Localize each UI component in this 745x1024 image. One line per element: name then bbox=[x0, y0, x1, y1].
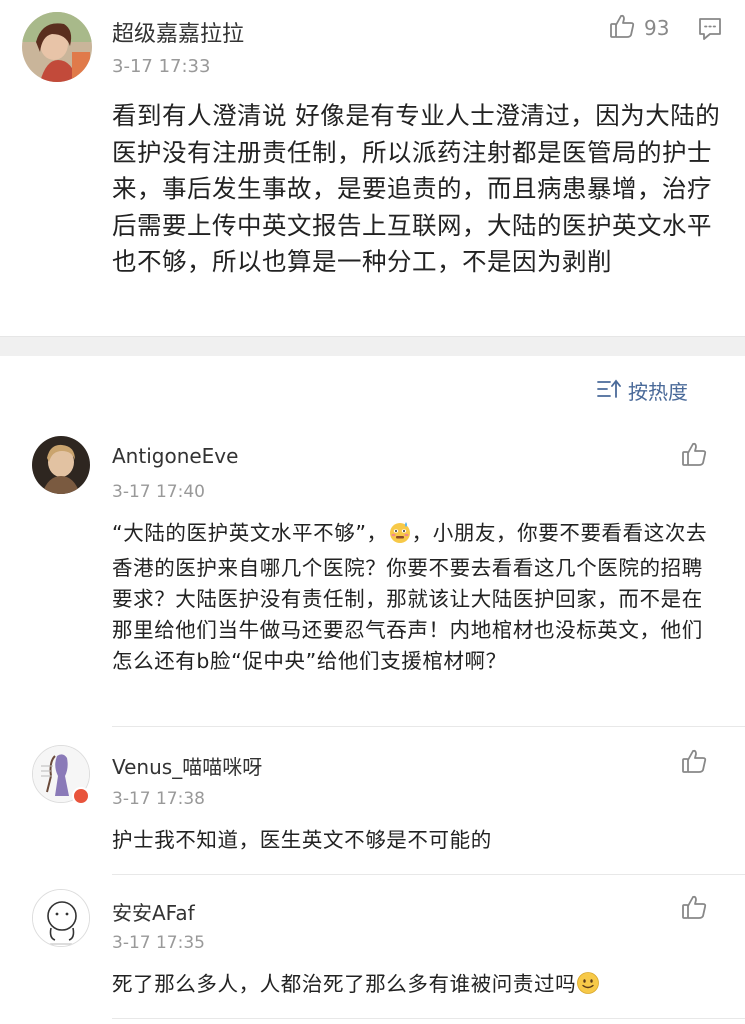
divider bbox=[112, 1018, 745, 1019]
main-comment: 超级嘉嘉拉拉 3-17 17:33 93 看到有人澄清说 好像是有专业人士澄清过… bbox=[0, 0, 745, 336]
verified-badge bbox=[72, 787, 90, 805]
thumbs-up-icon bbox=[608, 12, 636, 44]
avatar[interactable] bbox=[22, 12, 92, 82]
thumbs-up-icon bbox=[680, 895, 708, 925]
like-button[interactable] bbox=[680, 747, 708, 779]
section-separator bbox=[0, 336, 745, 356]
embarrassed-emoji-icon bbox=[388, 520, 412, 553]
avatar[interactable] bbox=[32, 436, 90, 494]
reply-icon[interactable] bbox=[697, 16, 723, 46]
timestamp: 3-17 17:38 bbox=[112, 789, 205, 809]
thumbs-up-icon bbox=[680, 749, 708, 779]
smile-emoji-icon bbox=[576, 971, 600, 1004]
reply-item: AntigoneEve 3-17 17:40 “大陆的医护英文水平不够”， ，小朋… bbox=[0, 420, 745, 726]
like-count: 93 bbox=[644, 16, 670, 40]
sort-label: 按热度 bbox=[628, 380, 688, 404]
like-button[interactable] bbox=[680, 440, 708, 472]
reply-item: Venus_喵喵咪呀 3-17 17:38 护士我不知道，医生英文不够是不可能的 bbox=[0, 727, 745, 874]
sort-bar: 按热度 bbox=[0, 356, 745, 420]
thumbs-up-icon bbox=[680, 442, 708, 472]
username[interactable]: Venus_喵喵咪呀 bbox=[112, 751, 262, 780]
like-button[interactable] bbox=[680, 893, 708, 925]
timestamp: 3-17 17:35 bbox=[112, 933, 205, 953]
username[interactable]: AntigoneEve bbox=[112, 444, 238, 468]
reply-text: 死了那么多人，人都治死了那么多有谁被问责过吗 bbox=[112, 969, 712, 1004]
timestamp: 3-17 17:40 bbox=[112, 482, 205, 502]
timestamp: 3-17 17:33 bbox=[112, 56, 211, 77]
comment-text: 看到有人澄清说 好像是有专业人士澄清过，因为大陆的医护没有注册责任制，所以派药注… bbox=[112, 101, 721, 276]
reply-text-part1: “大陆的医护英文水平不够”， bbox=[112, 521, 388, 545]
sort-button[interactable]: 按热度 bbox=[596, 376, 688, 405]
sort-icon bbox=[596, 378, 622, 404]
username[interactable]: 超级嘉嘉拉拉 bbox=[112, 16, 244, 48]
reply-text: 护士我不知道，医生英文不够是不可能的 bbox=[112, 828, 492, 852]
reply-item: 安安AFaf 3-17 17:35 死了那么多人，人都治死了那么多有谁被问责过吗 bbox=[0, 875, 745, 1024]
avatar[interactable] bbox=[32, 889, 90, 947]
reply-text-body: 死了那么多人，人都治死了那么多有谁被问责过吗 bbox=[112, 972, 577, 996]
username[interactable]: 安安AFaf bbox=[112, 897, 195, 926]
like-button[interactable]: 93 bbox=[608, 12, 669, 44]
reply-text: “大陆的医护英文水平不够”， ，小朋友，你要不要看看这次去香港的医护来自哪几个医院… bbox=[112, 518, 712, 677]
